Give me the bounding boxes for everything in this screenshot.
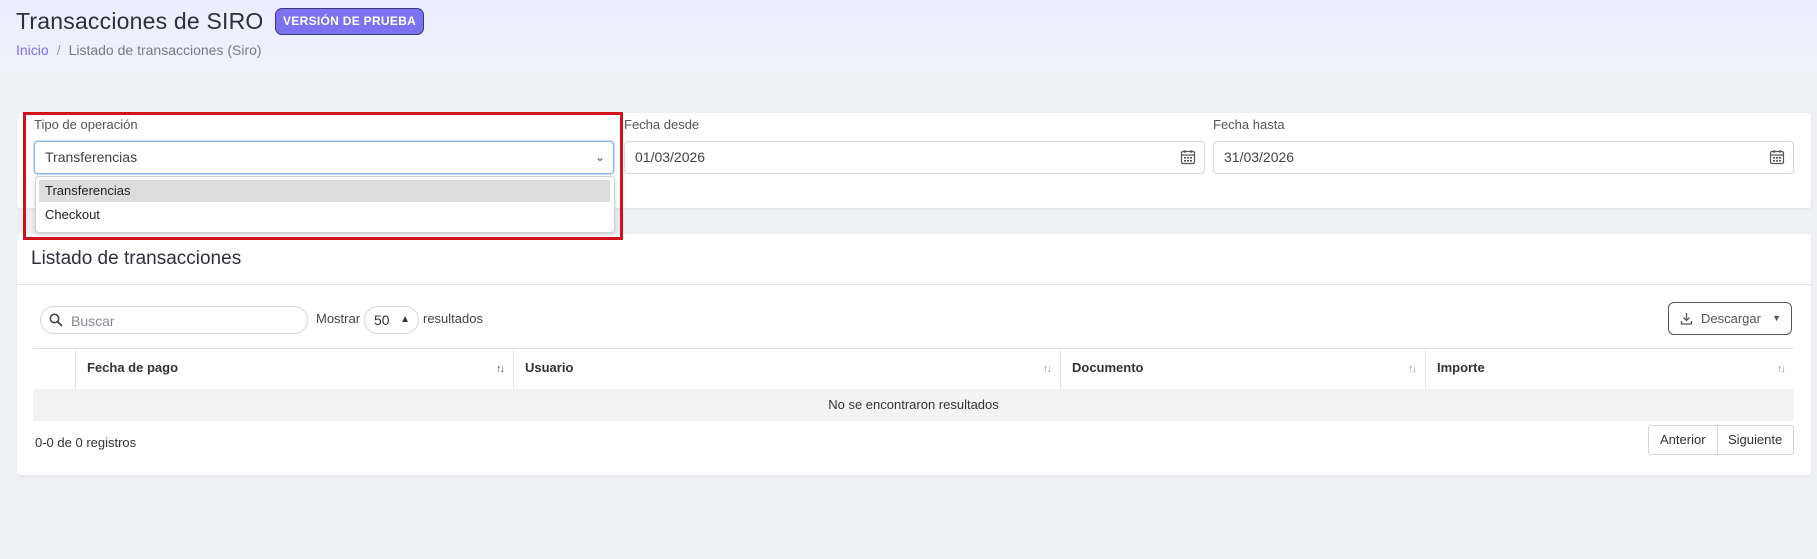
- pagination-divider: [1717, 426, 1718, 454]
- page-header: Transacciones de SIRO VERSIÓN DE PRUEBA …: [0, 0, 1817, 73]
- empty-table-message: No se encontraron resultados: [33, 389, 1794, 421]
- sort-icon[interactable]: ↑↓: [496, 350, 505, 388]
- sort-arrows-icon: ▲: [400, 314, 410, 325]
- date-from-value: 01/03/2026: [635, 149, 706, 165]
- list-title: Listado de transacciones: [31, 248, 242, 269]
- caret-down-icon: ▼: [1772, 313, 1781, 323]
- column-header-amount[interactable]: Importe ↑↓: [1425, 349, 1794, 389]
- search-box[interactable]: [40, 306, 308, 334]
- date-to-label: Fecha hasta: [1213, 117, 1285, 132]
- page-size-select[interactable]: 50 ▲: [364, 306, 419, 334]
- column-header-label: Documento: [1072, 360, 1144, 375]
- next-page-button[interactable]: Siguiente: [1728, 426, 1782, 454]
- table-header: Fecha de pago ↑↓ Usuario ↑↓ Documento ↑↓…: [33, 348, 1794, 390]
- list-divider: [17, 284, 1811, 285]
- date-to-value: 31/03/2026: [1224, 149, 1295, 165]
- download-button[interactable]: Descargar ▼: [1668, 302, 1792, 335]
- transactions-list-card: Listado de transacciones Mostrar 50 ▲ re…: [17, 234, 1811, 475]
- results-label: resultados: [423, 311, 483, 326]
- operation-type-value: Transferencias: [45, 149, 138, 165]
- breadcrumb: Inicio / Listado de transacciones (Siro): [16, 42, 262, 58]
- operation-type-label: Tipo de operación: [34, 117, 138, 132]
- page-size-value: 50: [374, 312, 390, 328]
- date-to-input[interactable]: 31/03/2026: [1213, 141, 1794, 174]
- column-header-user[interactable]: Usuario ↑↓: [513, 349, 1060, 389]
- previous-page-button[interactable]: Anterior: [1660, 426, 1706, 454]
- pagination: Anterior Siguiente: [1648, 425, 1794, 455]
- column-header-document[interactable]: Documento ↑↓: [1060, 349, 1425, 389]
- show-label: Mostrar: [316, 311, 361, 326]
- date-from-input[interactable]: 01/03/2026: [624, 141, 1205, 174]
- chevron-down-icon: ⌄: [594, 150, 605, 164]
- search-icon: [49, 313, 63, 327]
- column-header-label: Fecha de pago: [87, 360, 179, 375]
- column-header-payment-date[interactable]: Fecha de pago ↑↓: [75, 349, 513, 389]
- breadcrumb-separator: /: [56, 42, 61, 58]
- test-version-badge: VERSIÓN DE PRUEBA: [276, 9, 424, 34]
- dropdown-option-checkout[interactable]: Checkout: [39, 204, 610, 226]
- column-header-label: Importe: [1437, 360, 1485, 375]
- calendar-icon[interactable]: [1769, 149, 1785, 165]
- breadcrumb-current: Listado de transacciones (Siro): [68, 42, 262, 58]
- sort-icon[interactable]: ↑↓: [1408, 350, 1417, 388]
- record-count: 0-0 de 0 registros: [35, 435, 137, 450]
- column-header-select: [33, 349, 75, 389]
- breadcrumb-home-link[interactable]: Inicio: [16, 42, 49, 58]
- page-title: Transacciones de SIRO: [16, 8, 264, 34]
- search-input[interactable]: [69, 310, 303, 332]
- dropdown-option-transferencias[interactable]: Transferencias: [39, 180, 610, 202]
- date-from-label: Fecha desde: [624, 117, 700, 132]
- download-label: Descargar: [1701, 311, 1761, 326]
- sort-icon[interactable]: ↑↓: [1777, 350, 1786, 388]
- operation-type-select[interactable]: Transferencias ⌄: [34, 141, 614, 174]
- download-icon: [1680, 313, 1693, 325]
- column-header-label: Usuario: [525, 360, 574, 375]
- calendar-icon[interactable]: [1180, 149, 1196, 165]
- sort-icon[interactable]: ↑↓: [1043, 350, 1052, 388]
- operation-type-dropdown: Transferencias Checkout: [35, 176, 615, 233]
